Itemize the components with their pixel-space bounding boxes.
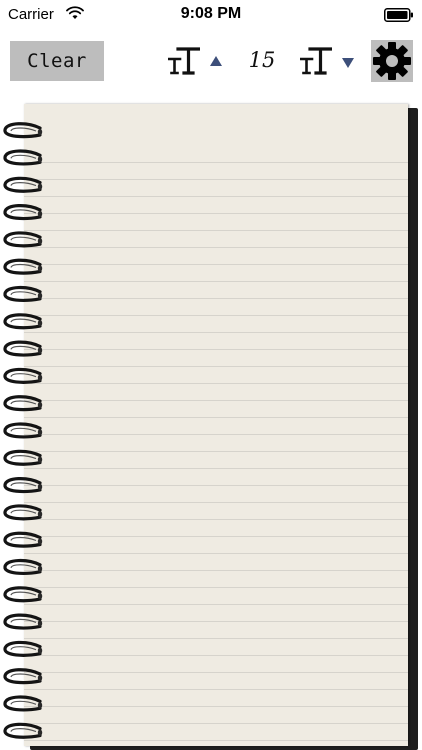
note-text-area[interactable] [50, 146, 400, 736]
spiral-coil [3, 367, 43, 384]
spiral-coil [3, 613, 43, 630]
toolbar: Clear 15 [0, 38, 422, 84]
spiral-coil [3, 204, 43, 221]
notebook [0, 104, 422, 750]
font-size-value: 15 [248, 48, 276, 72]
spiral-coil [3, 586, 43, 603]
settings-button[interactable] [371, 40, 413, 82]
spiral-coil [3, 313, 43, 330]
spiral-coil [3, 285, 43, 302]
spiral-coil [3, 504, 43, 521]
gear-icon [373, 42, 411, 80]
page-top-margin [24, 104, 408, 146]
spiral-coil [3, 558, 43, 575]
clear-button[interactable]: Clear [10, 41, 104, 81]
spiral-coil [3, 122, 43, 139]
spiral-coil [3, 176, 43, 193]
spiral-coil [3, 340, 43, 357]
spiral-coil [3, 668, 43, 685]
spiral-binding [3, 122, 43, 739]
spiral-coil [3, 695, 43, 712]
spiral-coil [3, 258, 43, 275]
spiral-coil [3, 149, 43, 166]
status-bar: Carrier 9:08 PM [0, 0, 422, 30]
spiral-coil [3, 531, 43, 548]
app-screen: Carrier 9:08 PM Clear 15 [0, 0, 422, 750]
font-size-up-arrow[interactable] [208, 53, 224, 69]
spiral-coil [3, 449, 43, 466]
spiral-coil [3, 422, 43, 439]
battery-icon [384, 8, 413, 22]
status-time: 9:08 PM [180, 5, 242, 22]
font-size-down-arrow[interactable] [340, 55, 356, 71]
spiral-coil [3, 231, 43, 248]
font-size-increase-icon [168, 47, 200, 75]
spiral-coil [3, 722, 43, 739]
spiral-coil [3, 640, 43, 657]
spiral-coil [3, 395, 43, 412]
font-size-decrease-icon [300, 47, 332, 75]
spiral-coil [3, 477, 43, 494]
